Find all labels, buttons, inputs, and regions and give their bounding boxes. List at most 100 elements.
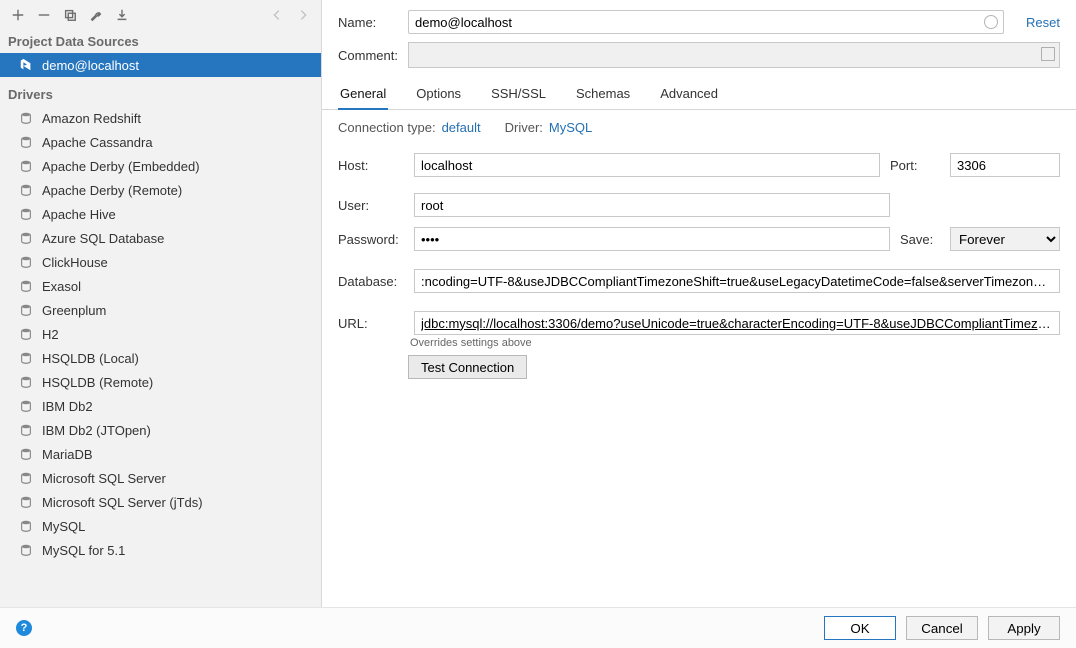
url-input[interactable] bbox=[414, 311, 1060, 335]
tab-general[interactable]: General bbox=[338, 86, 388, 109]
driver-value[interactable]: MySQL bbox=[549, 120, 592, 135]
driver-icon bbox=[18, 470, 34, 486]
driver-label: Apache Hive bbox=[42, 207, 116, 222]
driver-item[interactable]: Azure SQL Database bbox=[0, 226, 321, 250]
overrides-note: Overrides settings above bbox=[322, 337, 1076, 349]
driver-icon bbox=[18, 350, 34, 366]
database-input[interactable] bbox=[414, 269, 1060, 293]
driver-icon bbox=[18, 158, 34, 174]
driver-label: MySQL bbox=[42, 519, 85, 534]
driver-icon bbox=[18, 206, 34, 222]
driver-item[interactable]: Apache Hive bbox=[0, 202, 321, 226]
connection-type-value[interactable]: default bbox=[442, 120, 481, 135]
driver-item[interactable]: Apache Cassandra bbox=[0, 130, 321, 154]
cancel-button[interactable]: Cancel bbox=[906, 616, 978, 640]
drivers-list: Amazon Redshift Apache Cassandra Apache De… bbox=[0, 106, 321, 562]
port-input[interactable] bbox=[950, 153, 1060, 177]
tab-schemas[interactable]: Schemas bbox=[574, 86, 632, 109]
import-icon[interactable] bbox=[112, 5, 132, 25]
driver-icon bbox=[18, 446, 34, 462]
driver-item[interactable]: Amazon Redshift bbox=[0, 106, 321, 130]
driver-label: ClickHouse bbox=[42, 255, 108, 270]
expand-icon[interactable] bbox=[1041, 47, 1055, 61]
driver-label: IBM Db2 bbox=[42, 399, 93, 414]
driver-icon bbox=[18, 494, 34, 510]
port-label: Port: bbox=[890, 158, 940, 173]
driver-item[interactable]: IBM Db2 bbox=[0, 394, 321, 418]
driver-item[interactable]: MariaDB bbox=[0, 442, 321, 466]
driver-label: Microsoft SQL Server (jTds) bbox=[42, 495, 203, 510]
sidebar-section-sources: Project Data Sources bbox=[0, 30, 321, 53]
driver-icon bbox=[18, 326, 34, 342]
comment-input[interactable] bbox=[408, 42, 1060, 68]
driver-item[interactable]: Exasol bbox=[0, 274, 321, 298]
driver-item[interactable]: Apache Derby (Remote) bbox=[0, 178, 321, 202]
driver-icon bbox=[18, 278, 34, 294]
driver-icon bbox=[18, 374, 34, 390]
driver-item[interactable]: MySQL for 5.1 bbox=[0, 538, 321, 562]
driver-item[interactable]: HSQLDB (Local) bbox=[0, 346, 321, 370]
save-select[interactable]: Forever bbox=[950, 227, 1060, 251]
apply-button[interactable]: Apply bbox=[988, 616, 1060, 640]
comment-label: Comment: bbox=[338, 48, 398, 63]
driver-item[interactable]: Microsoft SQL Server (jTds) bbox=[0, 490, 321, 514]
driver-label: Azure SQL Database bbox=[42, 231, 164, 246]
driver-item[interactable]: HSQLDB (Remote) bbox=[0, 370, 321, 394]
sidebar-section-drivers: Drivers bbox=[0, 77, 321, 106]
copy-icon[interactable] bbox=[60, 5, 80, 25]
driver-label: Driver: bbox=[505, 120, 543, 135]
url-label: URL: bbox=[338, 316, 404, 331]
driver-icon bbox=[18, 302, 34, 318]
driver-item[interactable]: H2 bbox=[0, 322, 321, 346]
driver-item[interactable]: IBM Db2 (JTOpen) bbox=[0, 418, 321, 442]
driver-label: Apache Derby (Embedded) bbox=[42, 159, 200, 174]
password-label: Password: bbox=[338, 232, 404, 247]
driver-label: Amazon Redshift bbox=[42, 111, 141, 126]
user-label: User: bbox=[338, 198, 404, 213]
remove-icon[interactable] bbox=[34, 5, 54, 25]
driver-icon bbox=[18, 518, 34, 534]
driver-icon bbox=[18, 110, 34, 126]
driver-label: Exasol bbox=[42, 279, 81, 294]
tab-bar: General Options SSH/SSL Schemas Advanced bbox=[322, 76, 1076, 110]
reset-link[interactable]: Reset bbox=[1026, 15, 1060, 30]
driver-item[interactable]: ClickHouse bbox=[0, 250, 321, 274]
tab-options[interactable]: Options bbox=[414, 86, 463, 109]
test-connection-button[interactable]: Test Connection bbox=[408, 355, 527, 379]
driver-item[interactable]: Greenplum bbox=[0, 298, 321, 322]
driver-item[interactable]: Microsoft SQL Server bbox=[0, 466, 321, 490]
driver-icon bbox=[18, 254, 34, 270]
driver-icon bbox=[18, 422, 34, 438]
back-icon bbox=[267, 5, 287, 25]
tab-advanced[interactable]: Advanced bbox=[658, 86, 720, 109]
save-label: Save: bbox=[900, 232, 940, 247]
driver-icon bbox=[18, 542, 34, 558]
color-circle-icon[interactable] bbox=[984, 15, 998, 29]
wrench-icon[interactable] bbox=[86, 5, 106, 25]
driver-icon bbox=[18, 398, 34, 414]
add-icon[interactable] bbox=[8, 5, 28, 25]
name-input[interactable] bbox=[408, 10, 1004, 34]
detail-pane: Name: Reset Comment: General Options SSH/S… bbox=[322, 0, 1076, 607]
sidebar: Project Data Sources demo@localhost Driv… bbox=[0, 0, 322, 607]
driver-icon bbox=[18, 134, 34, 150]
data-source-label: demo@localhost bbox=[42, 58, 139, 73]
driver-label: MySQL for 5.1 bbox=[42, 543, 125, 558]
driver-label: IBM Db2 (JTOpen) bbox=[42, 423, 151, 438]
connection-type-label: Connection type: bbox=[338, 120, 436, 135]
driver-label: Apache Derby (Remote) bbox=[42, 183, 182, 198]
driver-item[interactable]: MySQL bbox=[0, 514, 321, 538]
driver-label: Microsoft SQL Server bbox=[42, 471, 166, 486]
data-source-item[interactable]: demo@localhost bbox=[0, 53, 321, 77]
password-input[interactable] bbox=[414, 227, 890, 251]
tab-ssh-ssl[interactable]: SSH/SSL bbox=[489, 86, 548, 109]
name-label: Name: bbox=[338, 15, 398, 30]
ok-button[interactable]: OK bbox=[824, 616, 896, 640]
driver-label: Greenplum bbox=[42, 303, 106, 318]
driver-item[interactable]: Apache Derby (Embedded) bbox=[0, 154, 321, 178]
sidebar-toolbar bbox=[0, 0, 321, 30]
host-input[interactable] bbox=[414, 153, 880, 177]
help-icon[interactable]: ? bbox=[16, 620, 32, 636]
user-input[interactable] bbox=[414, 193, 890, 217]
driver-label: HSQLDB (Remote) bbox=[42, 375, 153, 390]
